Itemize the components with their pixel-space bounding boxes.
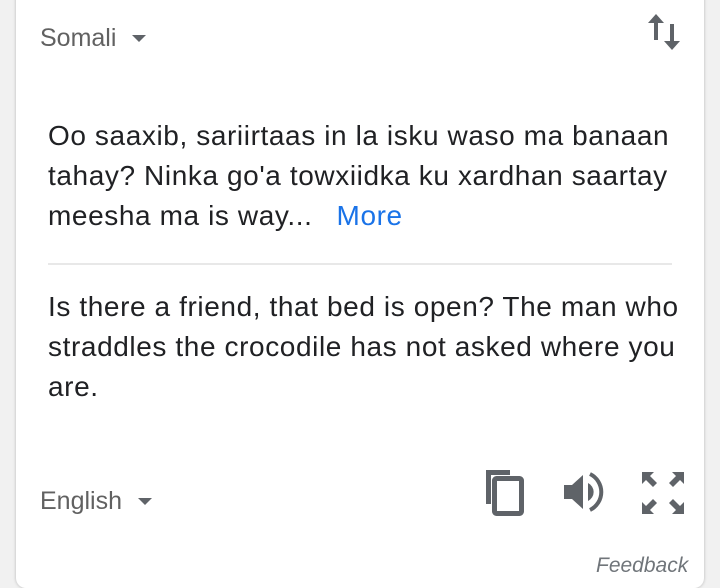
feedback-link[interactable]: Feedback [596, 554, 688, 578]
target-language-label: English [40, 487, 122, 515]
fullscreen-icon [642, 472, 684, 514]
translation-text: Is there a friend, that bed is open? The… [48, 291, 679, 402]
divider [48, 263, 672, 265]
listen-button[interactable] [562, 472, 606, 512]
more-link[interactable]: More [337, 200, 403, 231]
target-language-caret-icon [138, 498, 152, 505]
copy-button[interactable] [480, 466, 528, 518]
swap-languages-icon [648, 14, 680, 50]
copy-icon [486, 470, 524, 516]
target-language-dropdown[interactable]: English [40, 487, 152, 516]
source-language-caret-icon [132, 35, 147, 42]
volume-icon [564, 472, 604, 512]
source-text-block: Oo saaxib, sariirtaas in la isku waso ma… [48, 116, 688, 236]
source-language-dropdown[interactable]: Somali [40, 24, 147, 53]
source-language-label: Somali [40, 24, 117, 52]
fullscreen-button[interactable] [640, 470, 686, 516]
swap-languages-button[interactable] [644, 10, 684, 54]
